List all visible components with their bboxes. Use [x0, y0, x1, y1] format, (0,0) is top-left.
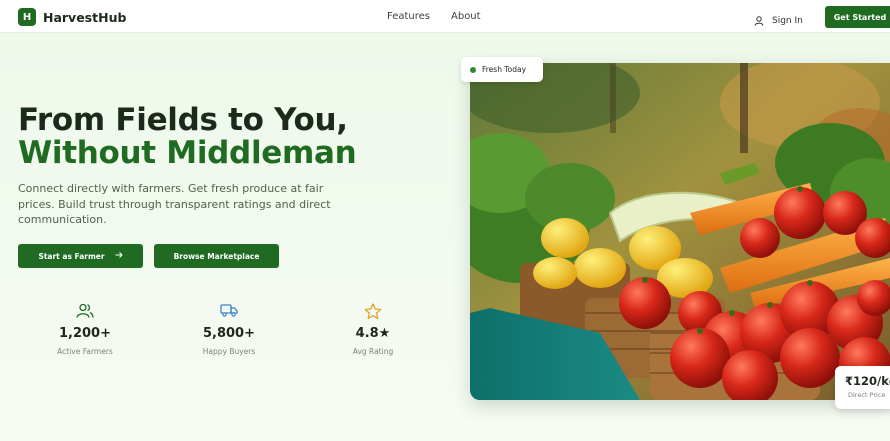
start-as-farmer-label: Start as Farmer — [38, 251, 105, 261]
browse-marketplace-button[interactable]: Browse Marketplace — [154, 244, 279, 268]
user-icon — [754, 11, 764, 30]
start-as-farmer-button[interactable]: Start as Farmer — [18, 244, 143, 268]
price-value: ₹120/kg — [845, 374, 890, 388]
brand-mark-icon: H — [18, 8, 36, 26]
sign-in-label: Sign In — [772, 15, 803, 26]
headline-line-2: Without Middleman — [18, 135, 357, 171]
hero-produce-image — [470, 63, 890, 400]
top-navbar: H HarvestHub Features About Sign In Get … — [0, 0, 890, 33]
stat-value: 5,800+ — [202, 326, 255, 341]
arrow-right-icon — [115, 251, 123, 261]
status-dot-icon — [470, 66, 476, 73]
stat-avg-rating: 4.8★ Avg Rating — [328, 303, 418, 356]
hero-description: Connect directly with farmers. Get fresh… — [18, 182, 331, 226]
sign-in-link[interactable]: Sign In — [754, 11, 803, 30]
stat-label: Active Farmers — [57, 347, 113, 356]
headline-line-1: From Fields to You, — [18, 102, 348, 138]
stat-label: Happy Buyers — [202, 347, 256, 356]
nav-link-about[interactable]: About — [451, 11, 481, 22]
browse-marketplace-label: Browse Marketplace — [173, 251, 260, 261]
truck-icon — [184, 303, 274, 321]
star-icon — [328, 303, 418, 321]
stat-active-farmers: 1,200+ Active Farmers — [40, 303, 130, 356]
nav-link-features[interactable]: Features — [387, 11, 430, 22]
brand-logo[interactable]: H HarvestHub — [18, 8, 126, 26]
fresh-today-label: Fresh Today — [482, 65, 527, 74]
price-label: Direct Price — [848, 391, 886, 399]
stat-value: 4.8★ — [355, 326, 391, 341]
hero-headline: From Fields to You, Without Middleman — [18, 102, 357, 171]
direct-price-card: ₹120/kg Direct Price — [835, 366, 890, 409]
stat-label: Avg Rating — [352, 347, 394, 356]
users-icon — [40, 303, 130, 321]
stats-row: 1,200+ Active Farmers 5,800+ Happy Buyer… — [40, 303, 410, 363]
get-started-button[interactable]: Get Started — [825, 6, 890, 28]
brand-name: HarvestHub — [43, 9, 127, 25]
cta-row: Start as Farmer Browse Marketplace — [18, 244, 279, 268]
stat-value: 1,200+ — [58, 326, 111, 341]
stat-happy-buyers: 5,800+ Happy Buyers — [184, 303, 274, 356]
fresh-today-badge: Fresh Today — [461, 57, 543, 82]
nav-links: Features About — [387, 11, 481, 22]
